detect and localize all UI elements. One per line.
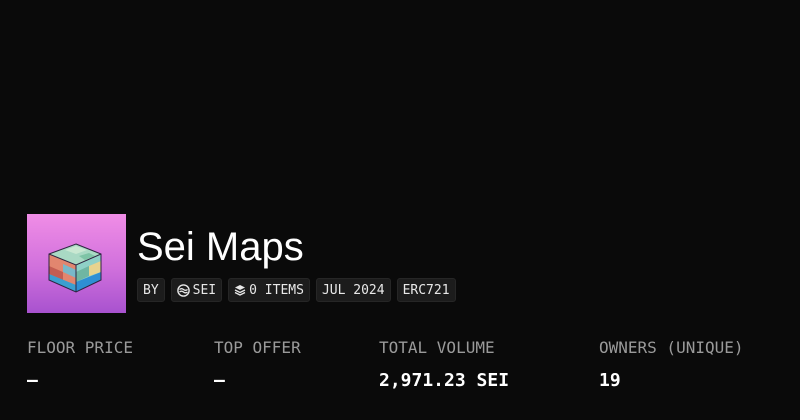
stat-label: OWNERS (UNIQUE) bbox=[599, 338, 744, 357]
chip-standard-label: ERC721 bbox=[402, 282, 450, 298]
collection-header: Sei Maps BY SEI 0 ITEMS JUL 2024 ERC721 bbox=[27, 214, 456, 313]
stat-label: FLOOR PRICE bbox=[27, 338, 133, 357]
sei-logo-icon bbox=[176, 283, 190, 297]
collection-avatar bbox=[27, 214, 126, 313]
stat-owners: OWNERS (UNIQUE) 19 bbox=[599, 338, 744, 392]
chip-date-label: JUL 2024 bbox=[321, 282, 385, 298]
collection-title: Sei Maps bbox=[137, 225, 304, 269]
chip-by-label: BY bbox=[143, 282, 159, 298]
stat-total-volume: TOTAL VOLUME 2,971.23 SEI bbox=[379, 338, 509, 392]
stat-label: TOP OFFER bbox=[214, 338, 301, 357]
collection-meta-chips: BY SEI 0 ITEMS JUL 2024 ERC721 bbox=[137, 278, 456, 302]
stat-value: 19 bbox=[599, 370, 621, 391]
stat-label: TOTAL VOLUME bbox=[379, 338, 495, 357]
stat-top-offer: TOP OFFER — bbox=[214, 338, 301, 392]
chip-items-label: 0 ITEMS bbox=[249, 282, 304, 298]
chip-standard: ERC721 bbox=[396, 278, 456, 302]
layers-icon bbox=[234, 284, 246, 296]
stat-value: — bbox=[27, 370, 38, 391]
chip-creator[interactable]: SEI bbox=[170, 278, 223, 302]
chip-date: JUL 2024 bbox=[315, 278, 391, 302]
chip-items: 0 ITEMS bbox=[228, 278, 310, 302]
chip-creator-label: SEI bbox=[192, 282, 217, 298]
stat-value: — bbox=[214, 370, 225, 391]
chip-by: BY bbox=[137, 278, 165, 302]
map-cube-icon bbox=[48, 243, 102, 293]
stat-floor-price: FLOOR PRICE — bbox=[27, 338, 133, 392]
stat-value: 2,971.23 SEI bbox=[379, 370, 510, 391]
